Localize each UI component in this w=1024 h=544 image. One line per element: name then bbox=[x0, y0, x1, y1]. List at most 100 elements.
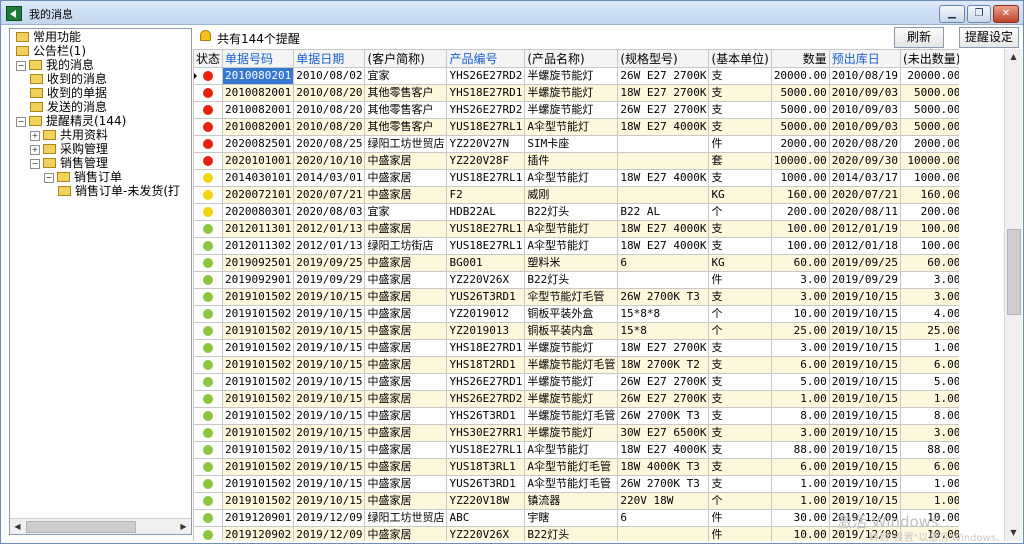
cell-customer: 宜家 bbox=[364, 67, 448, 85]
tree-node[interactable]: 销售订单-未发货(打 bbox=[58, 184, 180, 198]
table-row[interactable]: 2010082001 2010/08/20 其他零售客户 YHS26E27RD2 半螺旋… bbox=[193, 101, 959, 119]
restore-button[interactable]: ❐ bbox=[967, 5, 991, 23]
column-header[interactable]: 预出库日 bbox=[828, 49, 902, 68]
cell-unit: 个 bbox=[708, 492, 772, 510]
tree-node-label: 常用功能 bbox=[33, 30, 82, 44]
table-row[interactable]: 2019101502 2019/10/15 中盛家居 YHS26E27RD2 半螺旋节能… bbox=[193, 390, 959, 408]
table-row[interactable]: 2019101502 2019/10/15 中盛家居 YUS18E27RL1 A伞型节能… bbox=[193, 441, 959, 459]
table-row[interactable]: 2020101001 2020/10/10 中盛家居 YZ220V28F 插件套 1000… bbox=[193, 152, 959, 170]
tree-node-label: 采购管理 bbox=[60, 142, 109, 156]
table-row[interactable]: 2020072101 2020/07/21 中盛家居 F2 威刚 KG 160.00 2020… bbox=[193, 186, 959, 204]
table-row[interactable]: 2010080201 2010/08/02 宜家 YHS26E27RD2 半螺旋节能灯 2… bbox=[193, 67, 959, 85]
expand-icon[interactable]: + bbox=[30, 130, 40, 141]
column-header[interactable]: (未出数量) bbox=[900, 49, 959, 68]
column-header[interactable]: 产品编号 bbox=[446, 49, 526, 68]
tree-node[interactable]: 常用功能 bbox=[16, 30, 81, 44]
status-cell bbox=[193, 288, 224, 306]
cell-no: 2020072101 bbox=[222, 186, 295, 204]
status-cell bbox=[193, 203, 224, 221]
column-header[interactable]: 数量 bbox=[770, 49, 830, 68]
column-header[interactable]: (产品名称) bbox=[524, 49, 619, 68]
scroll-right-icon[interactable]: ▶ bbox=[176, 519, 191, 534]
table-row[interactable]: 2020080301 2020/08/03 宜家 HDB22AL B22灯头 B22 AL… bbox=[193, 203, 959, 221]
tree-node[interactable]: 发送的消息 bbox=[30, 100, 107, 114]
scroll-down-icon[interactable]: ▼ bbox=[1005, 525, 1022, 541]
tree-node[interactable]: − 销售管理 bbox=[30, 156, 108, 170]
cell-pending: 3.00 bbox=[900, 424, 959, 442]
table-row[interactable]: 2019101502 2019/10/15 中盛家居 YUS18T3RL1 A伞型节能灯… bbox=[193, 458, 959, 476]
tree-node-label: 公告栏(1) bbox=[33, 44, 86, 58]
collapse-icon[interactable]: − bbox=[16, 60, 26, 71]
table-row[interactable]: 2020082501 2020/08/25 绿阳工坊世贸店 YZ220V27N SIM卡… bbox=[193, 135, 959, 153]
cell-due: 2019/10/15 bbox=[828, 424, 902, 442]
expand-icon[interactable]: + bbox=[30, 144, 40, 155]
table-row[interactable]: 2014030101 2014/03/01 中盛家居 YUS18E27RL1 A伞型节能… bbox=[193, 169, 959, 187]
cell-no: 2010082001 bbox=[222, 118, 295, 136]
cell-pending: 2000.00 bbox=[900, 135, 959, 153]
table-row[interactable]: 2019101502 2019/10/15 中盛家居 YZ2019012 铜板平装外盒 1… bbox=[193, 305, 959, 323]
column-header[interactable]: 单据日期 bbox=[293, 49, 366, 68]
column-header[interactable]: (规格型号) bbox=[617, 49, 710, 68]
table-row[interactable]: 2019101502 2019/10/15 中盛家居 YHS26T3RD1 半螺旋节能灯… bbox=[193, 407, 959, 425]
tree-node[interactable]: − 销售订单 bbox=[44, 170, 122, 184]
table-row[interactable]: 2012011302 2012/01/13 绿阳工坊街店 YUS18E27RL1 A伞型… bbox=[193, 237, 959, 255]
table-row[interactable]: 2010082001 2010/08/20 其他零售客户 YHS18E27RD1 半螺旋… bbox=[193, 84, 959, 102]
scroll-left-icon[interactable]: ◀ bbox=[10, 519, 25, 534]
close-button[interactable]: ✕ bbox=[993, 5, 1019, 23]
folder-icon bbox=[57, 171, 70, 182]
status-cell bbox=[193, 118, 224, 136]
table-row[interactable]: 2019101502 2019/10/15 中盛家居 YHS26E27RD1 半螺旋节能… bbox=[193, 373, 959, 391]
folder-icon bbox=[16, 31, 29, 42]
cell-customer: 绿阳工坊街店 bbox=[364, 237, 448, 255]
cell-no: 2010082001 bbox=[222, 101, 295, 119]
cell-spec bbox=[617, 135, 710, 153]
cell-code: YHS26E27RD2 bbox=[446, 101, 526, 119]
column-header[interactable]: 单据号码 bbox=[222, 49, 295, 68]
table-scroll-thumb[interactable] bbox=[1007, 229, 1021, 315]
cell-code: BG001 bbox=[446, 254, 526, 272]
tree-node[interactable]: 公告栏(1) bbox=[16, 44, 86, 58]
tree-node[interactable]: 收到的消息 bbox=[30, 72, 107, 86]
collapse-icon[interactable]: − bbox=[16, 116, 26, 127]
table-row[interactable]: 2019101502 2019/10/15 中盛家居 YHS30E27RR1 半螺旋节能… bbox=[193, 424, 959, 442]
status-cell bbox=[193, 254, 224, 272]
cell-no: 2019101502 bbox=[222, 441, 295, 459]
tree-node[interactable]: 收到的单据 bbox=[30, 86, 107, 100]
table-row[interactable]: 2010082001 2010/08/20 其他零售客户 YUS18E27RL1 A伞型… bbox=[193, 118, 959, 136]
cell-qty: 100.00 bbox=[770, 220, 830, 238]
cell-no: 2014030101 bbox=[222, 169, 295, 187]
table-row[interactable]: 2019101502 2019/10/15 中盛家居 YHS18T2RD1 半螺旋节能灯… bbox=[193, 356, 959, 374]
cell-spec bbox=[617, 271, 710, 289]
table-row[interactable]: 2019101502 2019/10/15 中盛家居 YHS18E27RD1 半螺旋节能… bbox=[193, 339, 959, 357]
cell-name: A伞型节能灯 bbox=[524, 220, 619, 238]
table-row[interactable]: 2012011301 2012/01/13 中盛家居 YUS18E27RL1 A伞型节能… bbox=[193, 220, 959, 238]
collapse-icon[interactable]: − bbox=[30, 158, 40, 169]
column-header[interactable]: (基本单位) bbox=[708, 49, 772, 68]
tree-horizontal-scrollbar[interactable]: ◀ ▶ bbox=[10, 518, 191, 534]
column-header[interactable]: (客户简称) bbox=[364, 49, 448, 68]
green-status-icon bbox=[203, 496, 213, 506]
table-row[interactable]: 2019101502 2019/10/15 中盛家居 YZ2019013 铜板平装内盒 1… bbox=[193, 322, 959, 340]
tree-node[interactable]: + 共用资料 bbox=[30, 128, 108, 142]
cell-spec: 26W E27 2700K bbox=[617, 67, 710, 85]
collapse-icon[interactable]: − bbox=[44, 172, 54, 183]
cell-code: YHS26E27RD1 bbox=[446, 373, 526, 391]
column-header[interactable]: 状态 bbox=[193, 49, 224, 68]
tree-node[interactable]: − 我的消息 bbox=[16, 58, 94, 72]
table-row[interactable]: 2019092901 2019/09/29 中盛家居 YZ220V26X B22灯头件 3… bbox=[193, 271, 959, 289]
cell-unit: 个 bbox=[708, 322, 772, 340]
minimize-button[interactable]: ▁ bbox=[939, 5, 965, 23]
table-row[interactable]: 2019101502 2019/10/15 中盛家居 YUS26T3RD1 伞型节能灯毛… bbox=[193, 288, 959, 306]
tree-scroll-thumb[interactable] bbox=[26, 521, 136, 533]
scroll-up-icon[interactable]: ▲ bbox=[1005, 49, 1022, 65]
cell-customer: 中盛家居 bbox=[364, 458, 448, 476]
table-row[interactable]: 2019101502 2019/10/15 中盛家居 YZ220V18W 镇流器 220V… bbox=[193, 492, 959, 510]
tree-node[interactable]: + 采购管理 bbox=[30, 142, 108, 156]
tree-node[interactable]: − 提醒精灵(144) bbox=[16, 114, 126, 128]
table-row[interactable]: 2019101502 2019/10/15 中盛家居 YUS26T3RD1 A伞型节能灯… bbox=[193, 475, 959, 493]
table-vertical-scrollbar[interactable]: ▲ ▼ bbox=[1004, 49, 1022, 541]
cell-name: 伞型节能灯毛管 bbox=[524, 288, 619, 306]
refresh-button[interactable]: 刷新 bbox=[894, 27, 944, 48]
table-row[interactable]: 2019092501 2019/09/25 中盛家居 BG001 塑料米 6 KG 60.00… bbox=[193, 254, 959, 272]
alert-settings-button[interactable]: 提醒设定 bbox=[959, 27, 1019, 48]
